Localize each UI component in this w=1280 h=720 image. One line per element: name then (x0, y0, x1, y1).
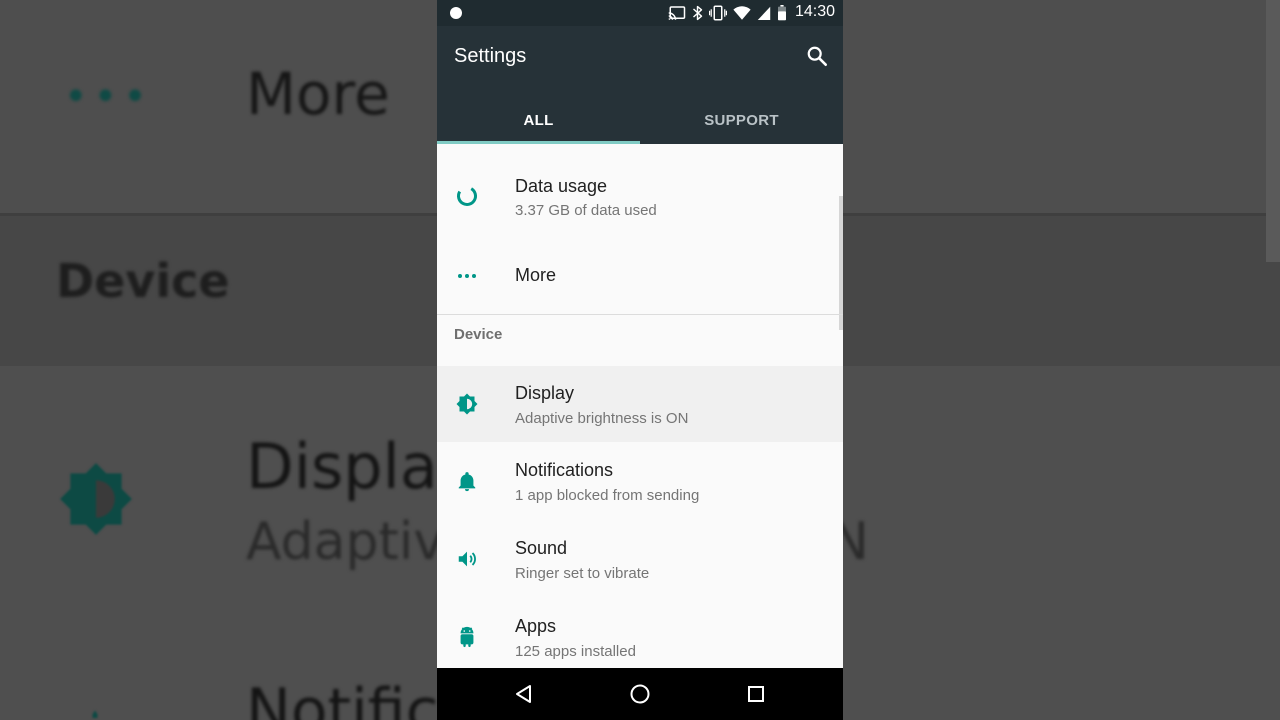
settings-item-display[interactable]: Display Adaptive brightness is ON (437, 366, 843, 442)
settings-item-data-usage[interactable]: Data usage 3.37 GB of data used (437, 144, 843, 244)
bg-brightness-icon (60, 463, 132, 535)
app-bar: Settings ALL SUPPORT (437, 26, 843, 144)
tab-all[interactable]: ALL (437, 96, 640, 144)
settings-item-subtitle: Ringer set to vibrate (515, 565, 650, 582)
settings-item-title: Data usage (515, 176, 608, 196)
bg-bell-icon (92, 710, 98, 718)
battery-icon (778, 5, 786, 21)
tab-support[interactable]: SUPPORT (640, 96, 843, 144)
settings-item-title: Notifications (515, 460, 614, 480)
recents-icon (748, 686, 764, 702)
settings-item-sound[interactable]: Sound Ringer set to vibrate (437, 520, 843, 598)
vibrate-icon (709, 5, 727, 21)
android-icon (455, 625, 479, 649)
search-button[interactable] (803, 42, 831, 70)
recents-button[interactable] (742, 680, 770, 708)
cast-icon (668, 6, 686, 20)
navigation-bar (437, 668, 843, 720)
bg-device-label: Device (56, 254, 230, 308)
more-dots-icon (455, 264, 479, 288)
bg-more-label: More (246, 60, 390, 128)
brightness-icon (455, 392, 479, 416)
settings-item-title: More (515, 265, 557, 285)
settings-list[interactable]: Data usage 3.37 GB of data used More Dev… (437, 144, 843, 668)
status-icons (668, 4, 787, 22)
tab-bar: ALL SUPPORT (437, 96, 843, 144)
settings-item-subtitle: Adaptive brightness is ON (515, 410, 689, 427)
settings-item-subtitle: 125 apps installed (515, 643, 636, 660)
home-button[interactable] (626, 680, 654, 708)
back-icon (516, 685, 531, 703)
bell-icon (455, 470, 479, 494)
tab-all-label: ALL (523, 111, 554, 129)
phone-screen: 14:30 Settings ALL SUPPORT Data usage 3.… (437, 0, 843, 720)
settings-item-notifications[interactable]: Notifications 1 app blocked from sending (437, 442, 843, 520)
status-bar: 14:30 (437, 0, 843, 26)
search-icon (807, 46, 827, 66)
status-time: 14:30 (794, 3, 835, 20)
back-button[interactable] (510, 680, 538, 708)
settings-item-subtitle: 3.37 GB of data used (515, 202, 657, 219)
bg-more-dots: ••• (64, 74, 153, 120)
settings-item-subtitle: 1 app blocked from sending (515, 487, 700, 504)
volume-icon (455, 547, 479, 571)
settings-item-more[interactable]: More (437, 244, 843, 314)
page-title: Settings (454, 45, 527, 67)
section-divider (437, 314, 843, 315)
settings-item-apps[interactable]: Apps 125 apps installed (437, 598, 843, 668)
bluetooth-icon (693, 5, 703, 21)
home-icon (630, 684, 650, 704)
settings-item-title: Apps (515, 616, 557, 636)
tab-support-label: SUPPORT (704, 111, 779, 129)
notification-dot-icon (450, 7, 462, 19)
data-usage-icon (455, 184, 479, 208)
signal-icon (757, 6, 771, 20)
wifi-icon (733, 6, 751, 20)
section-header-device: Device (454, 326, 503, 343)
settings-item-title: Display (515, 383, 575, 403)
settings-item-title: Sound (515, 538, 568, 558)
